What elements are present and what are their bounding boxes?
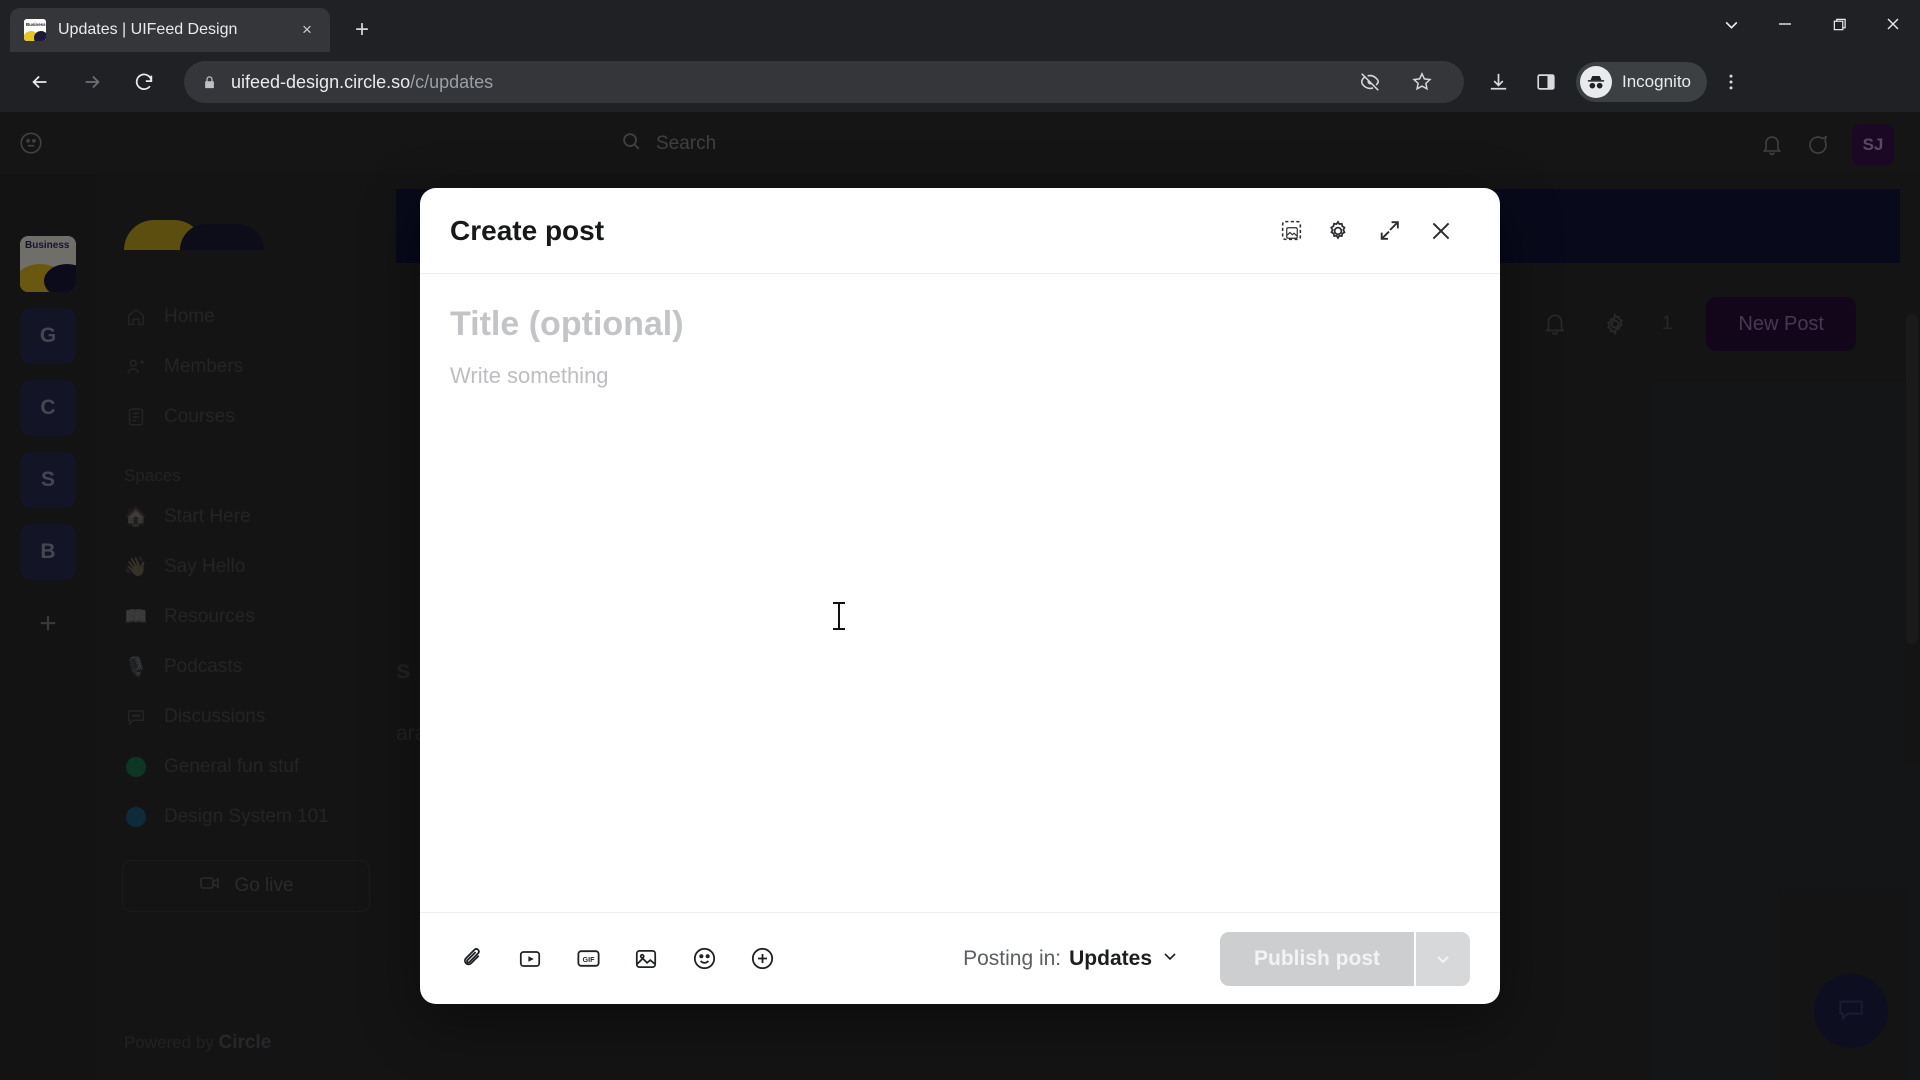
browser-toolbar: uifeed-design.circle.so/c/updates Incogn…	[0, 52, 1920, 112]
posting-in-prefix: Posting in:	[963, 946, 1062, 970]
new-tab-button[interactable]: +	[344, 12, 380, 48]
address-bar[interactable]: uifeed-design.circle.so/c/updates	[184, 61, 1464, 103]
modal-header: Create post	[420, 188, 1500, 274]
browser-chrome: Business Updates | UIFeed Design × + uif…	[0, 0, 1920, 112]
url-path: /c/updates	[410, 71, 494, 92]
gear-icon[interactable]	[1325, 218, 1351, 244]
posting-in-selector[interactable]: Posting in: Updates	[963, 946, 1180, 972]
modal-footer: GIF Posting in: Updates Publish post	[420, 912, 1500, 1004]
lock-icon	[202, 75, 217, 90]
incognito-label: Incognito	[1622, 72, 1691, 91]
svg-text:GIF: GIF	[582, 955, 595, 964]
omnibox-actions	[1346, 62, 1446, 102]
side-panel-icon[interactable]	[1526, 62, 1566, 102]
tab-close-icon[interactable]: ×	[294, 17, 320, 43]
url-host: uifeed-design.circle.so	[231, 71, 411, 92]
minimize-icon[interactable]	[1758, 2, 1812, 46]
video-icon[interactable]	[508, 937, 552, 981]
chevron-down-icon	[1160, 946, 1180, 972]
incognito-icon	[1580, 66, 1612, 98]
browser-menu-icon[interactable]	[1711, 62, 1751, 102]
browser-tab[interactable]: Business Updates | UIFeed Design ×	[10, 8, 330, 52]
post-body-input[interactable]: Write something	[450, 363, 1470, 389]
post-title-input[interactable]: Title (optional)	[450, 304, 1470, 345]
publish-options-chevron-down-icon[interactable]	[1416, 931, 1470, 986]
community-logo-label: Business	[25, 240, 70, 251]
expand-icon[interactable]	[1377, 218, 1402, 243]
tab-strip: Business Updates | UIFeed Design × +	[0, 0, 1920, 52]
gif-icon[interactable]: GIF	[566, 937, 610, 981]
tab-title: Updates | UIFeed Design	[58, 21, 238, 38]
tab-search-icon[interactable]	[1704, 2, 1758, 46]
url-text: uifeed-design.circle.so/c/updates	[231, 72, 493, 93]
tab-favicon-icon: Business	[24, 19, 46, 41]
download-icon[interactable]	[1478, 62, 1518, 102]
modal-title: Create post	[450, 214, 605, 246]
publish-post-button[interactable]: Publish post	[1220, 931, 1414, 986]
maximize-icon[interactable]	[1812, 2, 1866, 46]
reload-icon[interactable]	[124, 62, 164, 102]
incognito-badge[interactable]: Incognito	[1576, 62, 1707, 102]
back-icon[interactable]	[20, 62, 60, 102]
emoji-icon[interactable]	[682, 937, 726, 981]
cover-image-icon[interactable]	[1279, 218, 1302, 243]
attachment-icon[interactable]	[450, 937, 494, 981]
window-controls	[1704, 0, 1920, 48]
close-icon[interactable]	[1428, 218, 1454, 244]
post-editor[interactable]: Title (optional) Write something	[420, 274, 1500, 912]
close-window-icon[interactable]	[1866, 2, 1920, 46]
create-post-modal: Create post Title (optional) Write somet…	[420, 188, 1500, 1004]
publish-button-group: Publish post	[1220, 931, 1470, 986]
modal-overlay[interactable]: Create post Title (optional) Write somet…	[0, 112, 1920, 1080]
posting-in-space: Updates	[1069, 946, 1152, 970]
forward-icon	[72, 62, 112, 102]
modal-header-actions	[1279, 218, 1454, 244]
more-plus-icon[interactable]	[740, 937, 784, 981]
image-icon[interactable]	[624, 937, 668, 981]
text-cursor	[833, 602, 845, 630]
eye-off-icon[interactable]	[1350, 62, 1390, 102]
svg-text:Business: Business	[26, 22, 46, 27]
bookmark-star-icon[interactable]	[1402, 62, 1442, 102]
